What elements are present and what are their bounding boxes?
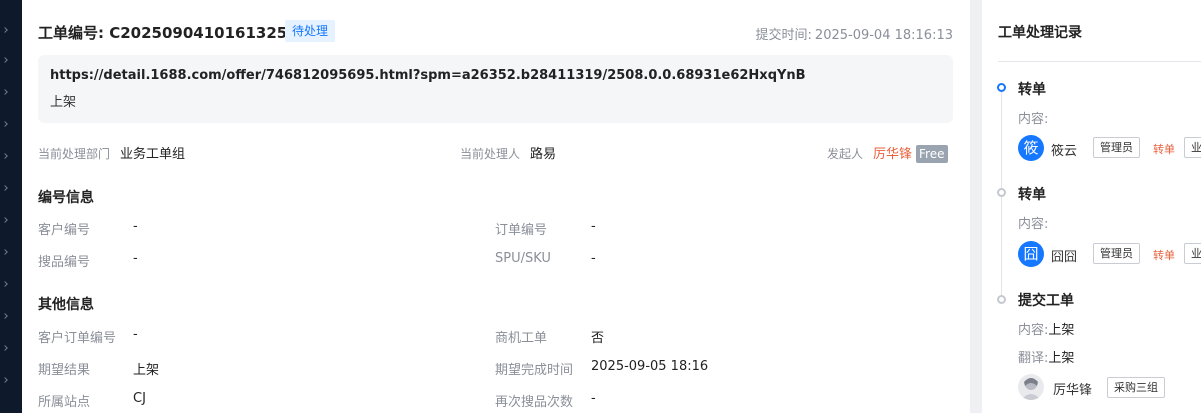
- role-tag: 管理员: [1093, 243, 1140, 264]
- record-content-value: 上架: [1048, 323, 1075, 338]
- field-label: 搜品编号: [38, 255, 91, 270]
- current-dept-label: 当前处理部门: [38, 147, 111, 161]
- current-handler-label: 当前处理人: [460, 147, 521, 161]
- panel-gutter: [970, 0, 982, 413]
- app-root: 工单编号: C202509041016132581 待处理 提交时间: 2025-…: [0, 0, 1201, 413]
- field-label: 期望结果: [38, 363, 91, 378]
- field-value: 上架: [133, 363, 160, 378]
- field-value: -: [133, 327, 138, 342]
- chevron-right-icon[interactable]: [2, 27, 8, 33]
- field-value: -: [133, 219, 138, 234]
- record-content-label: 内容:: [1018, 217, 1049, 232]
- chevron-right-icon[interactable]: [2, 249, 8, 255]
- field-value: -: [133, 251, 138, 266]
- record-translation-label: 翻译:: [1018, 351, 1049, 366]
- field-label: 订单编号: [495, 223, 548, 238]
- chevron-right-icon[interactable]: [2, 281, 8, 287]
- record-title: 转单: [1018, 187, 1046, 203]
- left-nav-rail[interactable]: [0, 0, 22, 413]
- actor-name: 筱云: [1051, 144, 1078, 159]
- record-translation: 翻译:上架: [1018, 347, 1074, 366]
- divider: [998, 61, 1201, 62]
- timeline-dot: [997, 188, 1006, 197]
- field-label: 客户订单编号: [38, 331, 117, 346]
- field-label: 所属站点: [38, 395, 91, 410]
- record-title: 转单: [1018, 82, 1046, 98]
- chevron-right-icon[interactable]: [2, 121, 8, 127]
- submit-time-label: 提交时间:: [755, 28, 812, 43]
- initiator-name[interactable]: 厉华锋: [873, 147, 912, 162]
- record-content: 内容:上架: [1018, 319, 1074, 338]
- section-title-other-info: 其他信息: [38, 297, 94, 313]
- current-handler-value: 路易: [530, 147, 557, 162]
- content-url[interactable]: https://detail.1688.com/offer/7468120956…: [50, 68, 941, 83]
- role-tag: 管理员: [1093, 137, 1140, 158]
- chevron-right-icon[interactable]: [2, 153, 8, 159]
- field-value: CJ: [133, 391, 146, 406]
- field-label: 商机工单: [495, 331, 548, 346]
- actor-name: 囧囧: [1051, 250, 1078, 265]
- record-content-label: 内容:: [1018, 323, 1049, 338]
- field-label: 客户编号: [38, 223, 91, 238]
- submit-time-value: 2025-09-04 18:16:13: [814, 28, 953, 43]
- avatar: [1018, 374, 1044, 400]
- submit-time: 提交时间: 2025-09-04 18:16:13: [756, 24, 953, 43]
- record-title: 提交工单: [1018, 293, 1074, 309]
- record-content-label: 内容:: [1018, 112, 1049, 127]
- action-tag: 转单: [1153, 249, 1175, 262]
- section-title-id-info: 编号信息: [38, 190, 94, 206]
- ticket-detail-panel: 工单编号: C202509041016132581 待处理 提交时间: 2025-…: [22, 0, 970, 413]
- status-badge: 待处理: [285, 20, 336, 42]
- chevron-right-icon[interactable]: [2, 345, 8, 351]
- free-badge: Free: [916, 145, 948, 163]
- field-label: 期望完成时间: [495, 363, 574, 378]
- chevron-right-icon[interactable]: [2, 57, 8, 63]
- avatar: 囧: [1018, 241, 1044, 267]
- initiator: 发起人 厉华锋 Free: [827, 143, 948, 163]
- field-value: 否: [591, 331, 605, 346]
- current-dept-value: 业务工单组: [120, 147, 186, 162]
- action-tag: 转单: [1153, 143, 1175, 156]
- side-title: 工单处理记录: [998, 25, 1082, 41]
- initiator-label: 发起人: [827, 147, 864, 161]
- timeline-dot: [997, 295, 1006, 304]
- user-avatar-icon: [1021, 378, 1041, 400]
- field-value: -: [591, 219, 596, 234]
- current-handler: 当前处理人 路易: [460, 143, 557, 162]
- actor-name: 厉华锋: [1053, 383, 1093, 398]
- chevron-right-icon[interactable]: [2, 313, 8, 319]
- chevron-right-icon[interactable]: [2, 89, 8, 95]
- field-label: SPU/SKU: [495, 251, 551, 266]
- field-value: 2025-09-05 18:16: [591, 359, 709, 374]
- chevron-right-icon[interactable]: [2, 217, 8, 223]
- timeline-dot-active: [997, 83, 1006, 92]
- dept-tag: 业: [1184, 137, 1201, 158]
- field-value: -: [591, 391, 596, 406]
- ticket-content-box: https://detail.1688.com/offer/7468120956…: [38, 55, 953, 123]
- chevron-right-icon[interactable]: [2, 377, 8, 383]
- field-label: 再次搜品次数: [495, 395, 574, 410]
- current-dept: 当前处理部门 业务工单组: [38, 143, 186, 162]
- role-tag: 采购三组: [1107, 377, 1165, 398]
- content-text: 上架: [50, 95, 77, 110]
- dept-tag: 业: [1184, 243, 1201, 264]
- processing-record-panel: 工单处理记录 转单 内容: 筱 筱云 管理员 转单 业 转单 内容: 囧 囧囧 …: [982, 0, 1201, 413]
- field-value: -: [591, 251, 596, 266]
- ticket-title: 工单编号: C202509041016132581: [38, 24, 309, 42]
- chevron-right-icon[interactable]: [2, 185, 8, 191]
- avatar: 筱: [1018, 135, 1044, 161]
- record-translation-value: 上架: [1048, 351, 1075, 366]
